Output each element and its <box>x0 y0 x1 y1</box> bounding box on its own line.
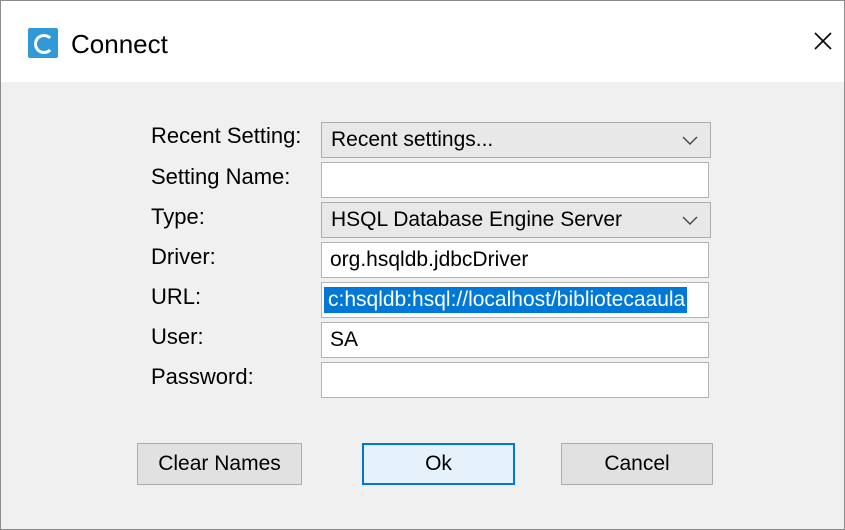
close-icon <box>814 32 832 50</box>
type-select[interactable]: HSQL Database Engine Server <box>321 202 711 238</box>
url-label: URL: <box>151 284 202 309</box>
close-button[interactable] <box>803 21 843 61</box>
driver-label: Driver: <box>151 244 216 269</box>
cancel-button[interactable]: Cancel <box>561 443 713 485</box>
type-value: HSQL Database Engine Server <box>331 208 623 231</box>
user-input[interactable]: SA <box>321 322 709 358</box>
window-title: Connect <box>71 29 168 59</box>
chevron-down-icon <box>682 216 698 225</box>
recent-setting-label: Recent Setting: <box>151 123 302 148</box>
ok-button[interactable]: Ok <box>362 443 515 485</box>
app-icon <box>28 28 58 58</box>
setting-name-label: Setting Name: <box>151 164 291 189</box>
clear-names-button[interactable]: Clear Names <box>137 443 302 485</box>
driver-input[interactable]: org.hsqldb.jdbcDriver <box>321 242 709 278</box>
connect-dialog: Connect Recent Setting: Recent settings.… <box>0 0 845 530</box>
type-label: Type: <box>151 204 205 229</box>
url-selected-text: c:hsqldb:hsql://localhost/bibliotecaaula <box>324 287 688 313</box>
title-bar: Connect <box>1 1 844 82</box>
app-icon-ring <box>34 34 54 54</box>
password-input[interactable] <box>321 362 709 398</box>
password-label: Password: <box>151 364 254 389</box>
chevron-down-icon <box>682 136 698 145</box>
recent-setting-value: Recent settings... <box>331 128 494 151</box>
setting-name-input[interactable] <box>321 162 709 198</box>
url-input[interactable]: c:hsqldb:hsql://localhost/bibliotecaaula <box>321 282 709 318</box>
user-label: User: <box>151 324 204 349</box>
recent-setting-select[interactable]: Recent settings... <box>321 122 711 158</box>
